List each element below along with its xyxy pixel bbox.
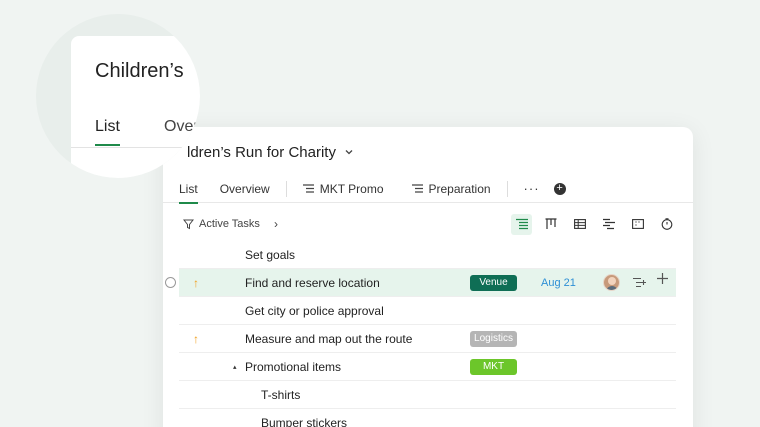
project-card: ldren’s Run for Charity List Overview MK… xyxy=(163,127,693,427)
magnified-title: Children’s xyxy=(95,60,184,82)
tab-label: Preparation xyxy=(428,181,491,196)
tab-mkt-promo[interactable]: MKT Promo xyxy=(302,175,384,203)
task-name: Promotional items xyxy=(245,359,342,374)
tab-label: Overview xyxy=(219,181,270,196)
gantt-view-icon[interactable] xyxy=(598,214,619,235)
task-row[interactable]: Set goals xyxy=(179,241,676,269)
filter-button[interactable]: Active Tasks xyxy=(183,218,260,230)
tag-badge[interactable]: Venue xyxy=(470,274,517,291)
list-icon xyxy=(411,184,423,193)
add-icon[interactable] xyxy=(657,273,668,284)
toolbar: Active Tasks › xyxy=(183,213,677,235)
tab-label: List xyxy=(179,181,198,196)
tab-divider xyxy=(285,180,287,197)
tag-badge[interactable]: Logistics xyxy=(470,330,517,347)
project-tabs: List Overview MKT Promo Preparation ··· … xyxy=(163,175,693,204)
calendar-view-icon[interactable] xyxy=(627,214,648,235)
list-icon xyxy=(302,184,314,193)
task-name: Set goals xyxy=(245,247,296,262)
project-title: ldren’s Run for Charity xyxy=(187,143,336,161)
add-subtask-icon[interactable] xyxy=(633,277,646,288)
avatar[interactable] xyxy=(603,274,620,291)
task-name: Get city or police approval xyxy=(245,303,384,318)
tab-divider xyxy=(506,180,508,197)
more-tabs-button[interactable]: ··· xyxy=(524,181,540,196)
task-name: Measure and map out the route xyxy=(245,331,413,346)
task-list: Set goals ↑ Find and reserve location Ve… xyxy=(165,241,676,427)
task-name: Find and reserve location xyxy=(245,275,380,290)
filter-icon xyxy=(183,219,194,229)
filter-label: Active Tasks xyxy=(199,218,260,230)
task-row[interactable]: ↑ Measure and map out the route Logistic… xyxy=(179,325,676,353)
tab-preparation[interactable]: Preparation xyxy=(411,175,491,203)
add-tab-button[interactable]: + xyxy=(553,182,566,195)
priority-up-icon: ↑ xyxy=(193,275,199,290)
tab-list[interactable]: List xyxy=(179,175,198,204)
table-view-icon[interactable] xyxy=(569,214,590,235)
time-icon[interactable] xyxy=(656,214,677,235)
priority-up-icon: ↑ xyxy=(193,331,199,346)
tag-badge[interactable]: MKT xyxy=(470,358,517,375)
view-switcher xyxy=(511,213,677,235)
magnified-tab-list: List xyxy=(95,118,120,146)
task-row[interactable]: ↑ Find and reserve location Venue Aug 21 xyxy=(165,269,676,297)
project-title-row[interactable]: ldren’s Run for Charity xyxy=(187,141,354,163)
task-name: Bumper stickers xyxy=(261,415,348,427)
due-date[interactable]: Aug 21 xyxy=(541,277,576,289)
task-row[interactable]: Get city or police approval xyxy=(179,297,676,325)
task-name: T-shirts xyxy=(261,387,301,402)
tab-label: MKT Promo xyxy=(319,181,384,196)
complete-checkbox[interactable] xyxy=(165,277,176,288)
task-row[interactable]: ▴ Promotional items MKT xyxy=(179,353,676,381)
subtask-row[interactable]: T-shirts xyxy=(179,381,676,409)
subtask-row[interactable]: Bumper stickers xyxy=(179,409,676,427)
board-view-icon[interactable] xyxy=(540,214,561,235)
magnifier-lens: Children’s List Over xyxy=(36,14,200,178)
tab-overview[interactable]: Overview xyxy=(220,175,270,203)
magnified-tabs: List Over xyxy=(71,112,200,148)
filter-expand-icon[interactable]: › xyxy=(274,217,278,231)
magnified-card xyxy=(71,36,200,178)
list-view-icon[interactable] xyxy=(511,213,532,235)
collapse-caret-icon[interactable]: ▴ xyxy=(233,363,237,371)
magnified-tab-overview: Over xyxy=(164,118,199,135)
chevron-down-icon[interactable] xyxy=(344,147,354,157)
